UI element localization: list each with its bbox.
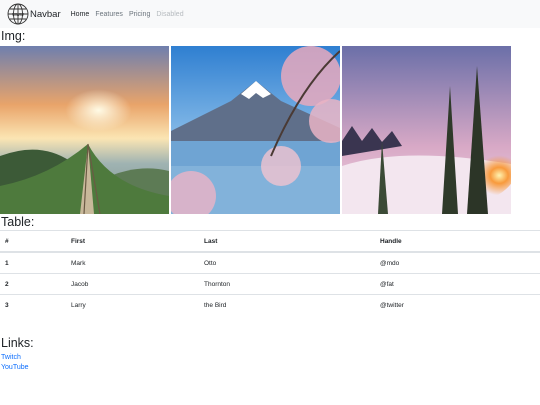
globe-icon: www bbox=[7, 3, 29, 25]
links-list: Twitch YouTube bbox=[0, 353, 540, 373]
section-heading-links: Links: bbox=[1, 336, 34, 350]
table-cell: Larry bbox=[66, 294, 199, 315]
nav-link-home[interactable]: Home bbox=[71, 11, 90, 18]
table-row: 3 Larry the Bird @twitter bbox=[0, 294, 540, 315]
table-cell: Jacob bbox=[66, 273, 199, 295]
navbar-links: Home Features Pricing Disabled bbox=[71, 11, 190, 18]
table-header-row: # First Last Handle bbox=[0, 230, 540, 253]
table-cell: @twitter bbox=[375, 294, 540, 315]
link-youtube[interactable]: YouTube bbox=[0, 363, 540, 373]
table-header-cell: Last bbox=[199, 230, 375, 253]
table-cell: Otto bbox=[199, 251, 375, 274]
table-header-cell: # bbox=[0, 230, 66, 253]
table-cell: 3 bbox=[0, 294, 66, 315]
section-heading-img: Img: bbox=[1, 29, 26, 43]
photo-snowy-forest bbox=[342, 46, 511, 214]
section-heading-table: Table: bbox=[1, 215, 35, 229]
table-cell: @mdo bbox=[375, 251, 540, 274]
link-twitch[interactable]: Twitch bbox=[0, 353, 540, 363]
nav-link-pricing[interactable]: Pricing bbox=[129, 11, 150, 18]
navbar-brand-label: Navbar bbox=[30, 8, 61, 20]
navbar: www Navbar Home Features Pricing Disable… bbox=[0, 0, 540, 28]
table-cell: 1 bbox=[0, 251, 66, 274]
table-header-cell: First bbox=[66, 230, 199, 253]
nav-link-features[interactable]: Features bbox=[95, 11, 123, 18]
table-cell: @fat bbox=[375, 273, 540, 295]
navbar-brand[interactable]: www Navbar bbox=[6, 2, 61, 26]
table-row: 1 Mark Otto @mdo bbox=[0, 251, 540, 274]
photo-mountain-lake bbox=[171, 46, 340, 214]
table-cell: the Bird bbox=[199, 294, 375, 315]
table-cell: 2 bbox=[0, 273, 66, 295]
nav-link-disabled: Disabled bbox=[156, 10, 184, 18]
svg-text:www: www bbox=[11, 12, 24, 18]
table-header-cell: Handle bbox=[375, 230, 540, 253]
photo-sunset-path bbox=[0, 46, 169, 214]
image-gallery bbox=[0, 46, 540, 214]
data-table: # First Last Handle 1 Mark Otto @mdo 2 J… bbox=[0, 230, 540, 315]
table-cell: Mark bbox=[66, 251, 199, 274]
table-cell: Thornton bbox=[199, 273, 375, 295]
table-row: 2 Jacob Thornton @fat bbox=[0, 273, 540, 295]
